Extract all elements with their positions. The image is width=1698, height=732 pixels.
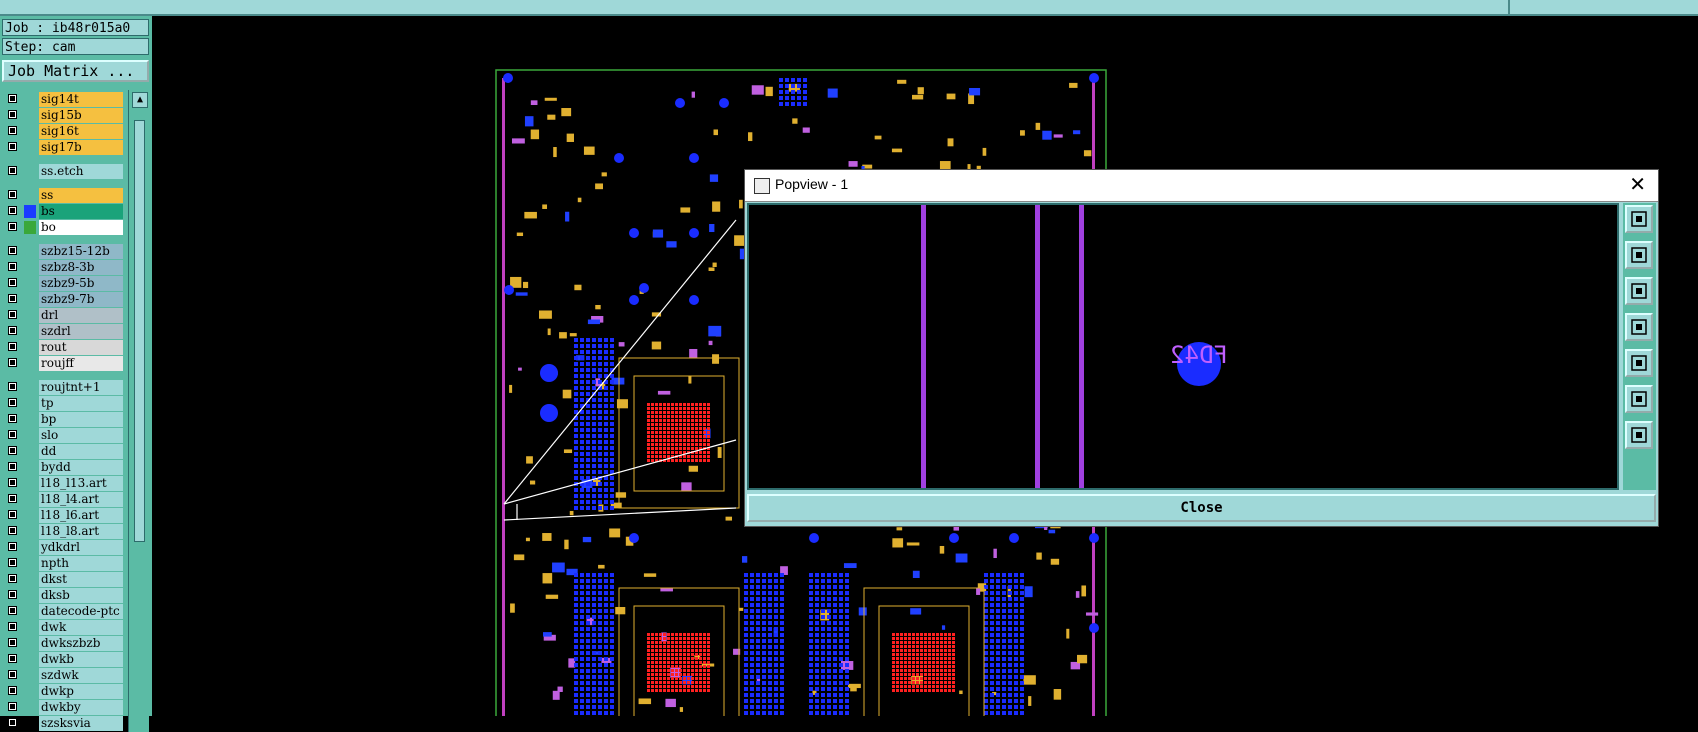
fit-icon[interactable] bbox=[1625, 385, 1653, 413]
layer-row[interactable]: szsksvia bbox=[2, 716, 124, 731]
pad-label: FD42 bbox=[1170, 341, 1228, 369]
close-button[interactable]: Close bbox=[747, 494, 1656, 522]
pan-left-icon[interactable] bbox=[1625, 313, 1653, 341]
popview-window: Popview - 1 ✕ FD42 Close bbox=[744, 169, 1659, 527]
layer-name[interactable]: szsksvia bbox=[39, 716, 123, 731]
zoom-window-icon[interactable] bbox=[1625, 205, 1653, 233]
window-icon bbox=[754, 178, 770, 194]
pan-right-icon[interactable] bbox=[1625, 349, 1653, 377]
zoom-home-icon[interactable] bbox=[1625, 421, 1653, 449]
popview-title: Popview - 1 bbox=[775, 176, 849, 192]
zoom-in-icon[interactable] bbox=[1625, 241, 1653, 269]
layer-color-swatch bbox=[24, 717, 36, 730]
close-icon[interactable]: ✕ bbox=[1629, 172, 1646, 196]
popview-canvas[interactable]: FD42 bbox=[747, 203, 1619, 490]
trace-line bbox=[921, 205, 926, 488]
popview-toolbar bbox=[1623, 203, 1656, 490]
popview-titlebar[interactable]: Popview - 1 ✕ bbox=[745, 170, 1658, 202]
trace-line bbox=[1035, 205, 1040, 488]
trace-line bbox=[1079, 205, 1084, 488]
layer-checkbox[interactable] bbox=[8, 718, 17, 727]
zoom-out-icon[interactable] bbox=[1625, 277, 1653, 305]
